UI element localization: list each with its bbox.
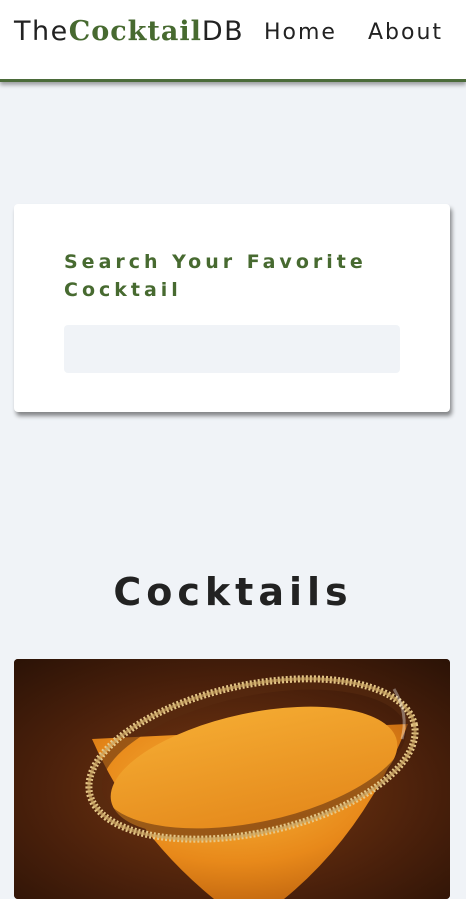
nav-link-home[interactable]: Home — [264, 20, 337, 45]
logo-accent: Cocktail — [68, 16, 202, 47]
logo-suffix: DB — [201, 16, 245, 47]
search-label: Search Your Favorite Cocktail — [64, 251, 367, 301]
cocktail-image[interactable] — [14, 659, 450, 899]
nav-link-about[interactable]: About — [368, 20, 443, 45]
search-input[interactable] — [64, 325, 400, 373]
cocktail-card[interactable] — [14, 659, 450, 899]
navbar: TheCocktailDB Home About — [0, 0, 466, 82]
section-title: Cocktails — [113, 569, 353, 614]
search-form-card: Search Your Favorite Cocktail — [14, 204, 450, 412]
site-logo[interactable]: TheCocktailDB — [14, 16, 244, 47]
logo-prefix: The — [14, 16, 69, 47]
